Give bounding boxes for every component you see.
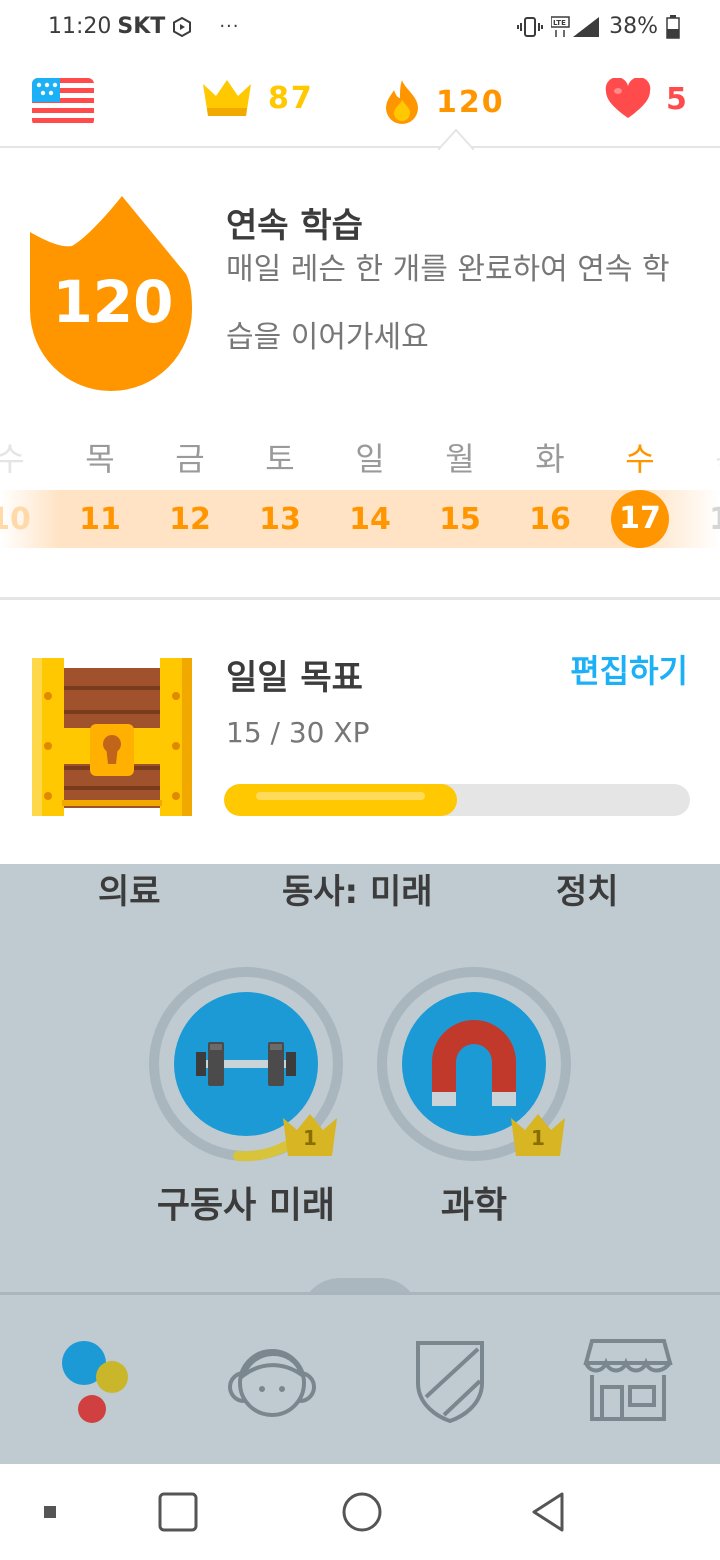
streak-number: 120	[52, 268, 174, 336]
overview-square-icon[interactable]	[158, 1492, 198, 1532]
system-nav-bar	[0, 1464, 720, 1560]
lte-signal-icon: LTE	[551, 15, 600, 37]
weekday-label: 수	[625, 440, 655, 478]
weekday-row: 수목금토일월화수목	[0, 434, 720, 482]
streak-panel: 120 연속 학습 매일 레슨 한 개를 완료하여 연속 학습을 이어가세요 수…	[0, 150, 720, 600]
weekday-label: 목	[85, 440, 115, 478]
edit-goal-button[interactable]: 편집하기	[570, 646, 688, 692]
status-carrier: SKT	[117, 14, 166, 39]
weekday-label: 일	[355, 440, 385, 478]
date-label: 16	[529, 502, 571, 537]
learn-icon	[62, 1341, 128, 1423]
battery-icon	[666, 14, 680, 39]
date-label: 14	[349, 502, 391, 537]
treasure-chest-icon	[32, 658, 192, 816]
today-date: 17	[611, 490, 669, 548]
weekday-label: 금	[175, 440, 205, 478]
profile-tab[interactable]	[222, 1335, 322, 1425]
popover-caret	[438, 128, 474, 150]
bottom-nav	[0, 1292, 720, 1464]
vibrate-icon	[517, 16, 544, 37]
skill-science[interactable]: 1	[374, 964, 574, 1164]
status-time: 11:20	[48, 14, 112, 39]
svg-text:LTE: LTE	[553, 19, 566, 27]
heart-icon	[605, 78, 651, 118]
status-right: LTE 38%	[517, 14, 680, 39]
status-bar: 11:20 SKT ··· LTE 38%	[0, 0, 720, 58]
crowns-counter[interactable]: 87	[200, 78, 314, 118]
date-label: 10	[0, 502, 31, 537]
date-label: 11	[79, 502, 121, 537]
weekday-label: 토	[265, 440, 295, 478]
skill-label-verbs-future[interactable]: 동사: 미래	[282, 864, 433, 913]
home-circle-icon[interactable]	[342, 1492, 382, 1532]
more-notifications-icon: ···	[219, 16, 240, 37]
status-left: 11:20 SKT ···	[48, 14, 239, 39]
magnet-icon	[432, 1020, 516, 1106]
shop-icon	[583, 1339, 673, 1421]
streak-counter[interactable]: 120	[382, 78, 505, 126]
date-label: 13	[259, 502, 301, 537]
crown-icon	[203, 80, 251, 116]
crowns-count: 87	[268, 80, 314, 116]
cast-icon	[173, 16, 192, 37]
top-bar: 87 120 5	[0, 58, 720, 148]
crown-level: 1	[303, 1126, 317, 1150]
weekday-label: 목	[700, 434, 720, 480]
daily-goal-xp: 15 / 30 XP	[226, 716, 370, 749]
date-row: 10 11 12 13 14 15 16 17 18	[0, 490, 720, 548]
progress-shine	[256, 792, 425, 800]
shield-icon	[416, 1341, 484, 1424]
date-label: 18	[709, 502, 720, 537]
hearts-counter[interactable]: 5	[604, 78, 689, 120]
profile-icon	[228, 1349, 316, 1417]
daily-goal-progress-bar	[224, 784, 690, 816]
daily-goal-title: 일일 목표	[226, 658, 363, 698]
skill-name-phrasal-verbs-future[interactable]: 구동사 미래	[116, 1176, 376, 1228]
skill-label-politics[interactable]: 정치	[556, 864, 619, 913]
streak-count: 120	[436, 84, 505, 120]
hearts-count: 5	[666, 81, 689, 117]
battery-percent: 38%	[609, 14, 658, 39]
skill-label-medical[interactable]: 의료	[98, 864, 161, 913]
crown-level: 1	[531, 1126, 545, 1150]
daily-goal-progress-fill	[224, 784, 457, 816]
date-label: 12	[169, 502, 211, 537]
flame-icon	[386, 80, 418, 124]
weekday-label: 월	[445, 440, 475, 478]
skill-name-science[interactable]: 과학	[344, 1176, 604, 1228]
weekday-label: 화	[535, 440, 565, 478]
leagues-tab[interactable]	[400, 1335, 500, 1425]
daily-goal-panel: 일일 목표 편집하기 15 / 30 XP	[0, 600, 720, 864]
us-flag-icon[interactable]	[32, 78, 94, 126]
shop-tab[interactable]	[578, 1335, 678, 1425]
learn-tab[interactable]	[46, 1335, 146, 1425]
back-triangle-icon[interactable]	[528, 1492, 568, 1532]
weekday-label: 수	[0, 440, 25, 478]
recent-dot-icon[interactable]	[44, 1506, 56, 1518]
streak-description: 매일 레슨 한 개를 완료하여 연속 학습을 이어가세요	[226, 252, 670, 355]
date-label: 15	[439, 502, 481, 537]
dumbbell-icon	[196, 1042, 296, 1086]
skill-tree: 의료 동사: 미래 정치 1 구동사 미래 1 과학	[0, 864, 720, 1318]
skill-phrasal-verbs-future[interactable]: 1	[146, 964, 346, 1164]
